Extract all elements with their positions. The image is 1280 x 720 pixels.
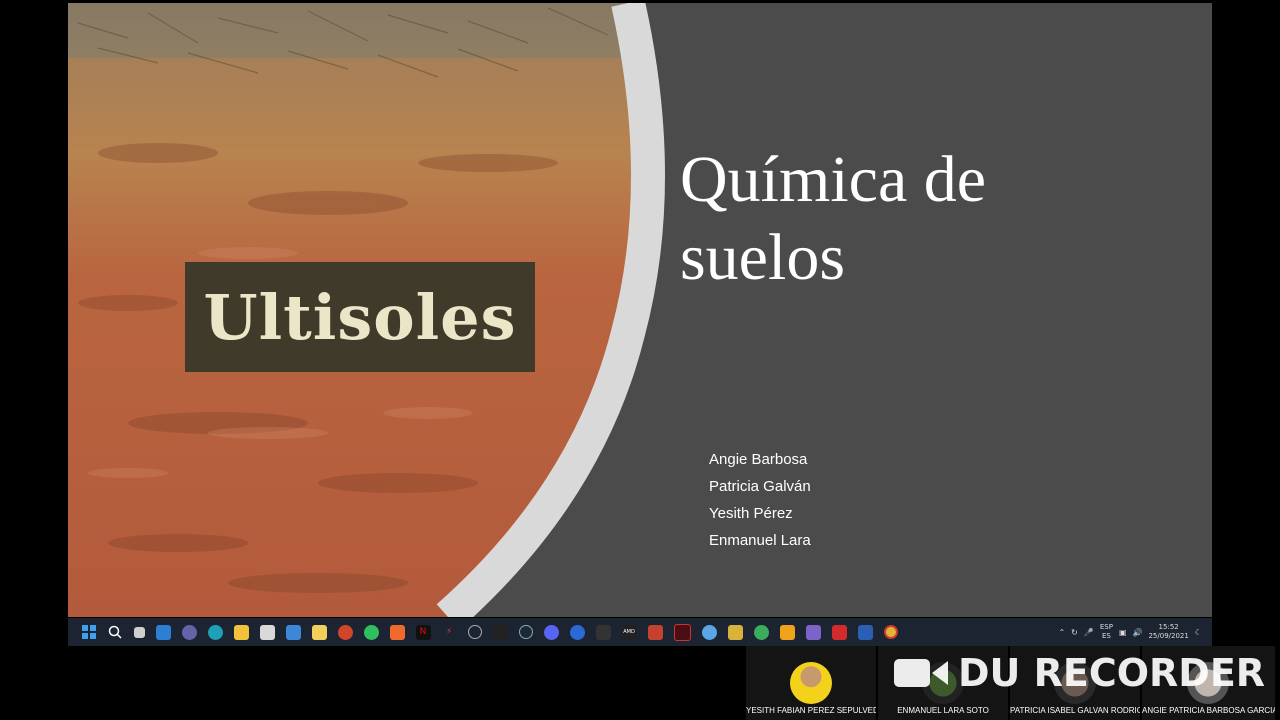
clock-date: 25/09/2021 xyxy=(1148,632,1189,640)
author-item: Patricia Galván xyxy=(709,478,811,495)
search-icon[interactable] xyxy=(108,625,123,640)
app-dark-icon[interactable] xyxy=(492,624,508,640)
app-blue-icon[interactable] xyxy=(569,624,585,640)
acrobat-icon[interactable] xyxy=(831,624,847,640)
video-camera-icon xyxy=(894,659,948,687)
participant-name: PATRICIA ISABEL GALVAN RODRIG... xyxy=(1010,706,1140,715)
teams-icon[interactable] xyxy=(805,624,821,640)
participant-name: ANGIE PATRICIA BARBOSA GARCIA xyxy=(1142,706,1275,715)
gmail-icon[interactable] xyxy=(311,624,327,640)
participant-name: ENMANUEL LARA SOTO xyxy=(897,706,989,715)
participant-name: YESITH FABIAN PEREZ SEPULVEDA xyxy=(746,706,876,715)
sync-icon[interactable]: ↻ xyxy=(1071,628,1078,637)
author-item: Angie Barbosa xyxy=(709,451,808,468)
language-code: ESP xyxy=(1099,623,1113,631)
discord-icon[interactable] xyxy=(543,624,559,640)
taskbar-icons: N ⚡ AMD xyxy=(76,623,903,641)
microphone-icon[interactable]: 🎤 xyxy=(1084,628,1094,637)
clock[interactable]: 15:52 25/09/2021 xyxy=(1148,623,1188,641)
author-item: Yesith Pérez xyxy=(709,505,793,522)
watermark-text: DU RECORDER xyxy=(958,651,1266,695)
edge-icon[interactable] xyxy=(207,624,223,640)
app-red2-icon[interactable] xyxy=(647,624,663,640)
participant-tile[interactable]: YESITH FABIAN PEREZ SEPULVEDA xyxy=(746,646,876,720)
app-circle-icon[interactable] xyxy=(701,624,717,640)
app-orange-icon[interactable] xyxy=(779,624,795,640)
ultisoles-text: Ultisoles xyxy=(203,280,517,354)
brave-icon[interactable] xyxy=(389,624,405,640)
powerpoint-icon[interactable] xyxy=(337,624,353,640)
whatsapp-icon[interactable] xyxy=(363,624,379,640)
netflix-icon[interactable]: N xyxy=(415,624,431,640)
epic-games-icon[interactable] xyxy=(595,624,611,640)
clock-time: 15:52 xyxy=(1158,623,1179,631)
language-sub: ES xyxy=(1101,632,1111,640)
app-green-icon[interactable] xyxy=(753,624,769,640)
app-gray-icon[interactable] xyxy=(467,625,482,639)
language-indicator[interactable]: ESP ES xyxy=(1100,623,1113,641)
presentation-slide: Ultisoles Química de suelos Angie Barbos… xyxy=(68,3,1212,617)
network-icon[interactable]: ▣ xyxy=(1119,628,1127,637)
steam-icon[interactable] xyxy=(518,625,533,639)
authors-list: Angie Barbosa Patricia Galván Yesith Pér… xyxy=(709,446,811,554)
chevron-up-icon[interactable]: ⌃ xyxy=(1058,628,1065,637)
recorder-watermark: DU RECORDER xyxy=(892,648,1265,698)
word-icon[interactable] xyxy=(857,624,873,640)
app-vivaldi-icon[interactable] xyxy=(673,623,691,641)
ultisoles-label: Ultisoles xyxy=(185,262,535,372)
author-item: Enmanuel Lara xyxy=(709,532,811,549)
system-tray: ⌃ ↻ 🎤 ESP ES ▣ 🔊 15:52 25/09/2021 ☾ xyxy=(1058,623,1202,641)
task-view-icon[interactable] xyxy=(133,626,145,638)
windows-start-icon[interactable] xyxy=(82,625,97,640)
slide-title: Química de suelos xyxy=(680,141,1160,297)
file-explorer-icon[interactable] xyxy=(233,624,249,640)
windows-taskbar: N ⚡ AMD ⌃ ↻ 🎤 ESP ES ▣ 🔊 15:52 25/09/202… xyxy=(68,618,1212,646)
title-line-1: Química de xyxy=(680,143,987,216)
chrome-icon[interactable] xyxy=(883,625,898,639)
teams-chat-icon[interactable] xyxy=(181,624,197,640)
participant-avatar xyxy=(790,662,832,704)
volume-icon[interactable]: 🔊 xyxy=(1133,628,1143,637)
title-line-2: suelos xyxy=(680,221,845,294)
amd-icon[interactable]: AMD xyxy=(621,624,637,640)
app-yellow-icon[interactable] xyxy=(727,624,743,640)
app-red-icon[interactable]: ⚡ xyxy=(442,625,457,640)
mail-icon[interactable] xyxy=(285,624,301,640)
store-icon[interactable] xyxy=(259,624,275,640)
notification-icon[interactable]: ☾ xyxy=(1195,628,1202,637)
widgets-icon[interactable] xyxy=(155,624,171,640)
